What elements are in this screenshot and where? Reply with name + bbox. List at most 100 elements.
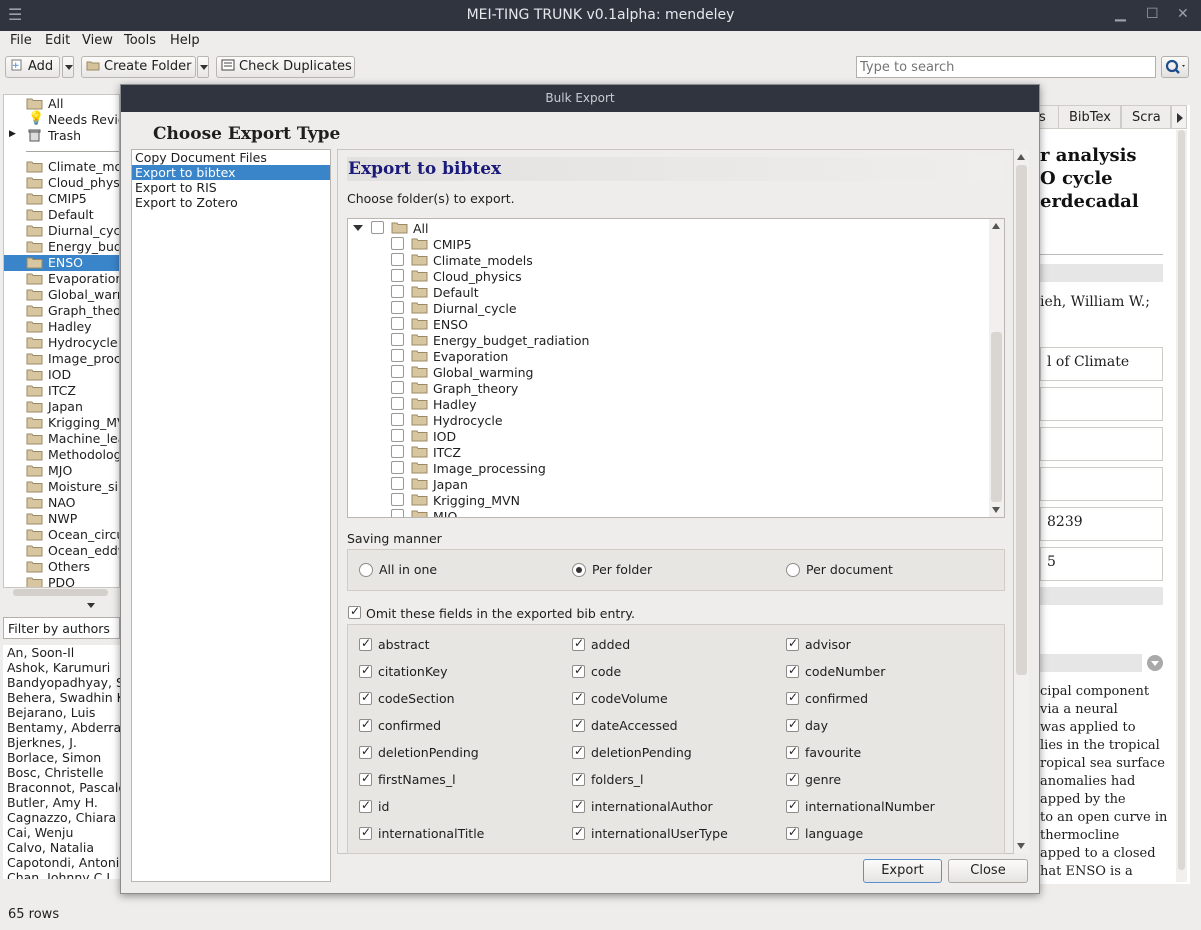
omit-field-checkbox[interactable]	[359, 636, 372, 651]
omit-field-checkbox[interactable]	[359, 798, 372, 813]
menu-file[interactable]: File	[10, 33, 32, 48]
author-item[interactable]: An, Soon-Il	[3, 645, 120, 660]
close-window-icon[interactable]: ✕	[1177, 6, 1189, 22]
volume-field[interactable]	[1040, 427, 1163, 461]
folder-checkbox[interactable]	[391, 509, 404, 517]
menu-help[interactable]: Help	[170, 33, 200, 48]
export-type-item[interactable]: Export to bibtex	[132, 165, 330, 180]
author-item[interactable]: Calvo, Natalia	[3, 840, 120, 855]
author-item[interactable]: Capotondi, Antonie	[3, 855, 120, 870]
tree-folder-item[interactable]: Hydrocycle	[348, 412, 988, 428]
author-item[interactable]: Ashok, Karumuri	[3, 660, 120, 675]
tree-folder-item[interactable]: ITCZ	[348, 444, 988, 460]
tree-folder-item[interactable]: Hadley	[348, 396, 988, 412]
radio-all-in-one[interactable]	[359, 563, 373, 577]
folder-checkbox[interactable]	[391, 493, 404, 506]
author-item[interactable]: Bosc, Christelle	[3, 765, 120, 780]
search-button[interactable]	[1161, 56, 1189, 78]
folder-checkbox[interactable]	[391, 317, 404, 330]
doi-field[interactable]: 5	[1040, 547, 1163, 581]
create-folder-button[interactable]: Create Folder	[81, 56, 196, 78]
folder-checkbox[interactable]	[371, 221, 384, 234]
omit-field-checkbox[interactable]	[786, 690, 799, 705]
pages-field[interactable]: 8239	[1040, 507, 1163, 541]
omit-field-checkbox[interactable]	[786, 717, 799, 732]
folder-checkbox[interactable]	[391, 445, 404, 458]
add-dropdown-button[interactable]	[62, 56, 74, 78]
folder-checkbox[interactable]	[391, 365, 404, 378]
omit-field-checkbox[interactable]	[786, 636, 799, 651]
tab-scroll-right-icon[interactable]	[1171, 105, 1187, 129]
tree-folder-item[interactable]: Diurnal_cycle	[348, 300, 988, 316]
author-item[interactable]: Bentamy, Abderrah	[3, 720, 120, 735]
folder-checkbox[interactable]	[391, 237, 404, 250]
folder-checkbox[interactable]	[391, 333, 404, 346]
tree-folder-item[interactable]: Global_warming	[348, 364, 988, 380]
omit-field-checkbox[interactable]	[572, 690, 585, 705]
author-item[interactable]: Behera, Swadhin K	[3, 690, 120, 705]
details-scrollbar[interactable]	[1176, 130, 1187, 882]
issue-field[interactable]	[1040, 467, 1163, 501]
omit-field-checkbox[interactable]	[359, 717, 372, 732]
collapse-icon[interactable]	[1147, 655, 1163, 671]
omit-field-checkbox[interactable]	[359, 825, 372, 840]
minimize-icon[interactable]: ▁	[1115, 6, 1126, 22]
export-type-item[interactable]: Copy Document Files	[132, 150, 330, 165]
tree-folder-item[interactable]: Japan	[348, 476, 988, 492]
journal-field[interactable]: l of Climate	[1040, 347, 1163, 381]
tree-folder-item[interactable]: Krigging_MVN	[348, 492, 988, 508]
folder-checkbox[interactable]	[391, 381, 404, 394]
filter-by-authors-select[interactable]: Filter by authors	[3, 617, 120, 639]
omit-field-checkbox[interactable]	[786, 663, 799, 678]
folder-item[interactable]: ENSO	[4, 255, 119, 271]
omit-field-checkbox[interactable]	[572, 636, 585, 651]
folder-checkbox[interactable]	[391, 285, 404, 298]
author-item[interactable]: Bjerknes, J.	[3, 735, 120, 750]
author-item[interactable]: Braconnot, Pascale	[3, 780, 120, 795]
folder-checkbox[interactable]	[391, 477, 404, 490]
omit-field-checkbox[interactable]	[359, 744, 372, 759]
folder-checkbox[interactable]	[391, 301, 404, 314]
tree-folder-item[interactable]: Image_processing	[348, 460, 988, 476]
omit-field-checkbox[interactable]	[786, 798, 799, 813]
check-duplicates-button[interactable]: Check Duplicates	[216, 56, 355, 78]
menu-view[interactable]: View	[82, 33, 113, 48]
folder-checkbox[interactable]	[391, 253, 404, 266]
omit-field-checkbox[interactable]	[572, 717, 585, 732]
omit-field-checkbox[interactable]	[572, 798, 585, 813]
menu-edit[interactable]: Edit	[45, 33, 70, 48]
author-item[interactable]: Butler, Amy H.	[3, 795, 120, 810]
author-item[interactable]: Chan, Johnny C.L.	[3, 870, 120, 879]
year-field[interactable]	[1040, 387, 1163, 421]
maximize-icon[interactable]: ☐	[1146, 6, 1159, 22]
tree-folder-item[interactable]: Default	[348, 284, 988, 300]
menu-tools[interactable]: Tools	[124, 33, 156, 48]
author-item[interactable]: Bandyopadhyay, S	[3, 675, 120, 690]
tree-folder-item[interactable]: Energy_budget_radiation	[348, 332, 988, 348]
tree-root-all[interactable]: All	[348, 220, 988, 236]
tab-bibtex[interactable]: BibTex	[1058, 105, 1121, 129]
folder-checkbox[interactable]	[391, 397, 404, 410]
tree-folder-item[interactable]: Evaporation	[348, 348, 988, 364]
folder-checkbox[interactable]	[391, 461, 404, 474]
omit-field-checkbox[interactable]	[359, 690, 372, 705]
author-item[interactable]: Cai, Wenju	[3, 825, 120, 840]
tree-folder-item[interactable]: Graph_theory	[348, 380, 988, 396]
tree-folder-item[interactable]: CMIP5	[348, 236, 988, 252]
tree-folder-item[interactable]: Climate_models	[348, 252, 988, 268]
collapse-arrow-icon[interactable]	[353, 225, 363, 231]
folder-checkbox[interactable]	[391, 413, 404, 426]
tree-folder-item[interactable]: MJO	[348, 508, 988, 517]
panel-splitter[interactable]	[3, 600, 120, 612]
export-type-item[interactable]: Export to Zotero	[132, 195, 330, 210]
tree-scrollbar[interactable]	[989, 219, 1004, 517]
settings-scrollbar[interactable]	[1014, 150, 1029, 853]
folder-checkbox[interactable]	[391, 429, 404, 442]
radio-per-document[interactable]	[786, 563, 800, 577]
folder-checkbox[interactable]	[391, 269, 404, 282]
omit-field-checkbox[interactable]	[786, 825, 799, 840]
omit-field-checkbox[interactable]	[786, 771, 799, 786]
omit-fields-checkbox[interactable]	[348, 604, 361, 619]
author-item[interactable]: Borlace, Simon	[3, 750, 120, 765]
folder-scrollbar[interactable]	[3, 588, 120, 598]
